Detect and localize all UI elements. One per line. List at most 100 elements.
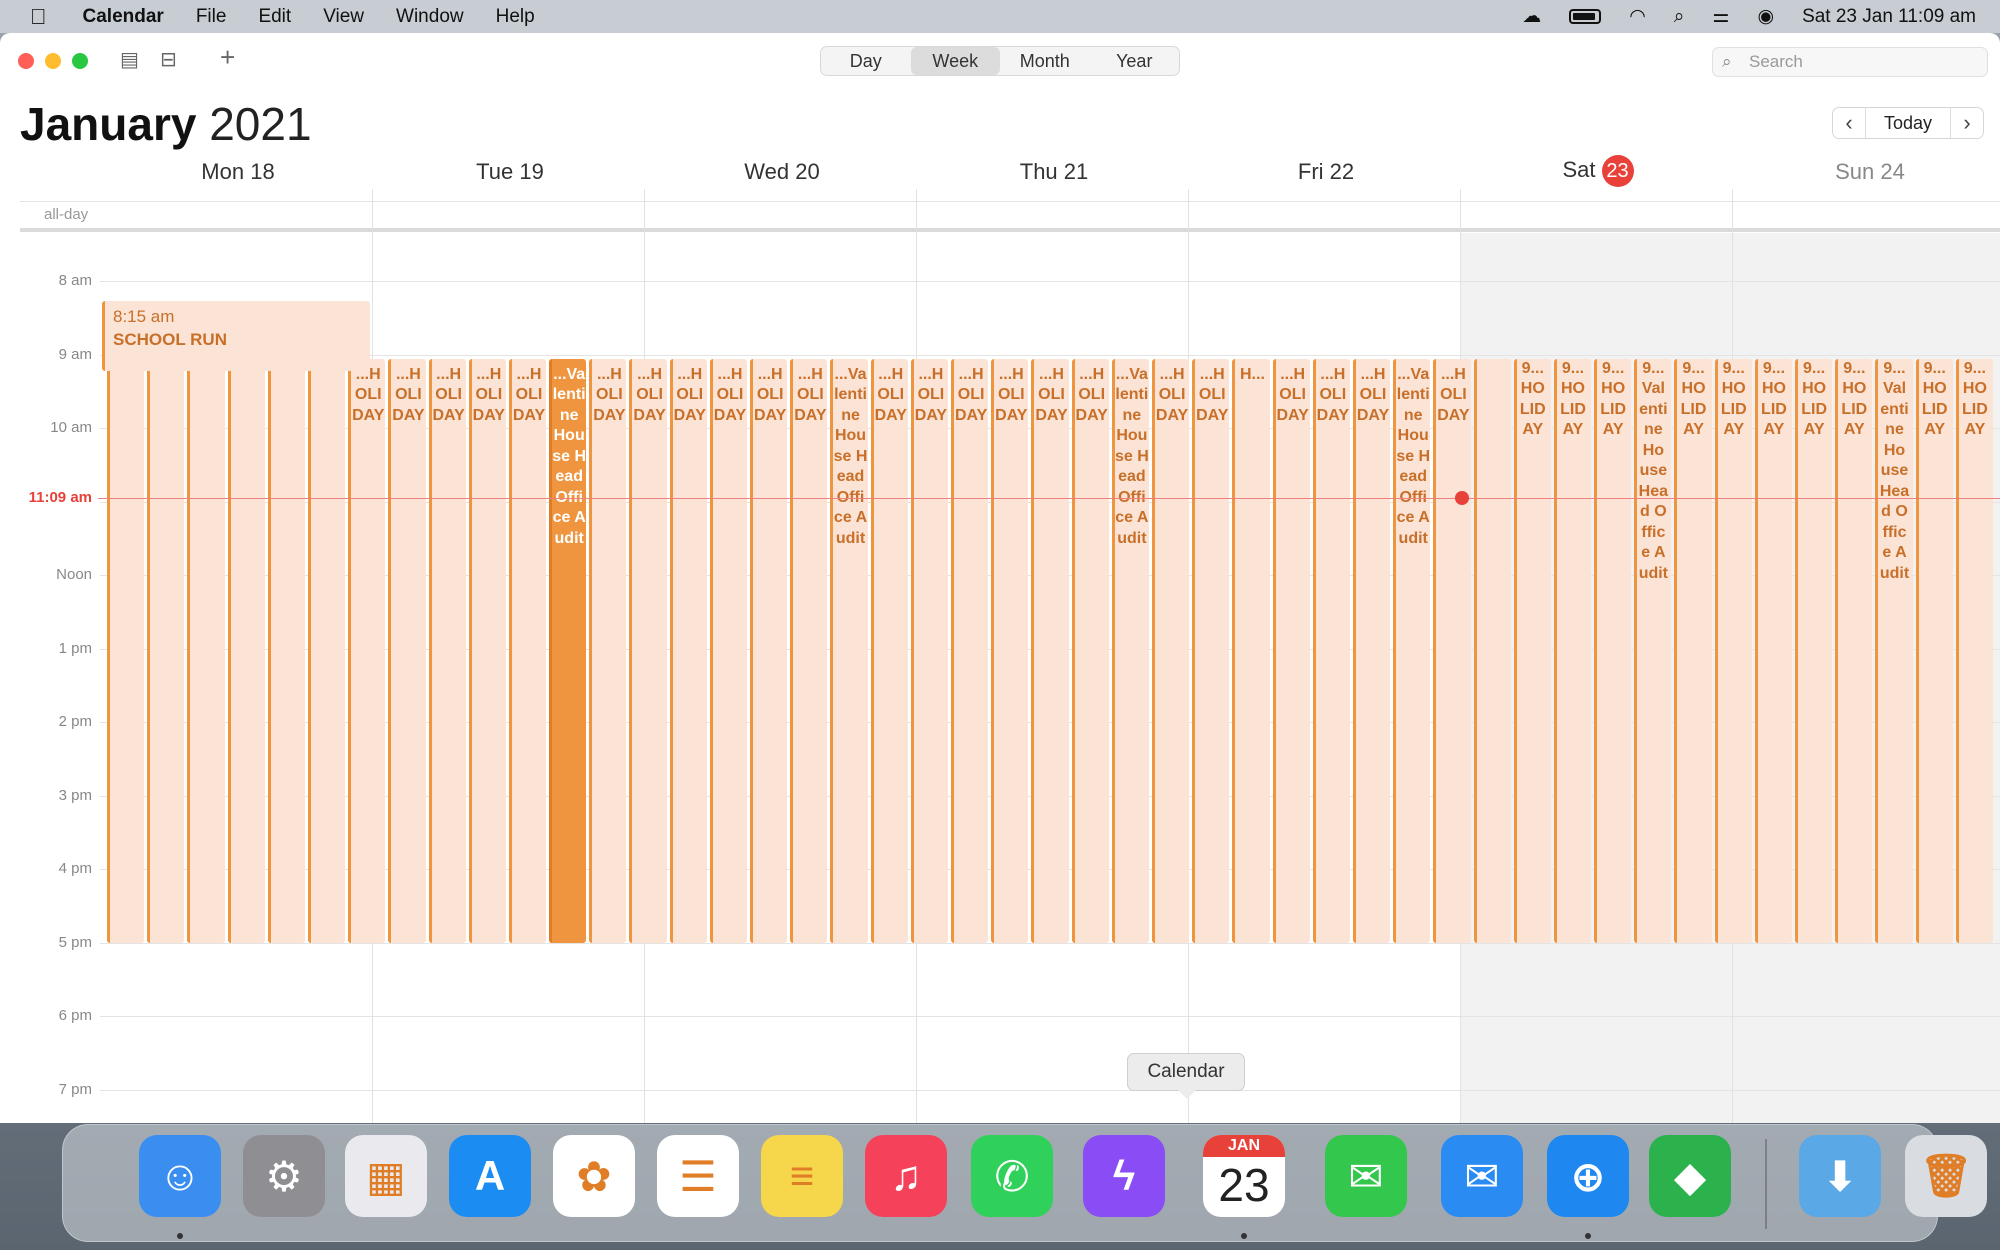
- photos-icon[interactable]: ✿: [553, 1135, 635, 1217]
- event-column[interactable]: ...HOLIDAY: [870, 358, 908, 943]
- add-event-icon[interactable]: +: [220, 42, 235, 73]
- event-column[interactable]: [227, 358, 265, 943]
- menu-clock[interactable]: Sat 23 Jan 11:09 am: [1802, 6, 1976, 28]
- feedly-icon[interactable]: ◆: [1649, 1135, 1731, 1217]
- zoom-button[interactable]: [72, 53, 88, 69]
- view-day-button[interactable]: Day: [821, 47, 911, 75]
- event-column[interactable]: ...HOLIDAY: [388, 358, 426, 943]
- menu-help[interactable]: Help: [496, 6, 535, 28]
- battery-icon[interactable]: [1569, 9, 1602, 24]
- event-column[interactable]: ...HOLIDAY: [629, 358, 667, 943]
- event-column[interactable]: 9...HOLIDAY: [1835, 358, 1873, 943]
- view-month-button[interactable]: Month: [1000, 47, 1090, 75]
- event-column[interactable]: 9...HOLIDAY: [1754, 358, 1793, 943]
- messenger-icon[interactable]: ϟ: [1083, 1135, 1165, 1217]
- creative-cloud-icon[interactable]: ☁: [1522, 5, 1541, 28]
- event-column[interactable]: 9...HOLIDAY: [1594, 358, 1632, 943]
- today-button[interactable]: Today: [1865, 108, 1951, 138]
- event-column[interactable]: [267, 358, 305, 943]
- event-column[interactable]: ...Valentine House Head Office Audit: [830, 358, 868, 943]
- messages-icon[interactable]: ✉: [1325, 1135, 1407, 1217]
- event-column[interactable]: [107, 358, 145, 943]
- downloads-folder-icon[interactable]: ⬇: [1799, 1135, 1881, 1217]
- event-column[interactable]: [187, 358, 225, 943]
- wifi-icon[interactable]: ◠: [1629, 5, 1646, 28]
- event-column[interactable]: [147, 358, 185, 943]
- event-column[interactable]: 9...HOLIDAY: [1955, 358, 1993, 943]
- all-day-row[interactable]: all-day: [20, 201, 2000, 231]
- menu-window[interactable]: Window: [396, 6, 464, 28]
- view-year-button[interactable]: Year: [1090, 47, 1180, 75]
- day-header-thu[interactable]: Thu 21: [918, 159, 1190, 185]
- siri-icon[interactable]: ◉: [1757, 5, 1774, 28]
- gear-icon[interactable]: ⚙: [243, 1135, 325, 1217]
- day-header-wed[interactable]: Wed 20: [646, 159, 918, 185]
- event-column[interactable]: ...HOLIDAY: [428, 358, 466, 943]
- view-week-button[interactable]: Week: [910, 47, 1000, 75]
- music-icon[interactable]: ♫: [865, 1135, 947, 1217]
- event-column[interactable]: [1473, 358, 1511, 943]
- event-column[interactable]: 9...HOLIDAY: [1553, 358, 1592, 943]
- event-column[interactable]: ...HOLIDAY: [348, 358, 386, 943]
- inbox-icon[interactable]: ⊟: [160, 47, 177, 72]
- event-column[interactable]: ...HOLIDAY: [1031, 358, 1069, 943]
- event-column[interactable]: 9...HOLIDAY: [1674, 358, 1712, 943]
- event-column[interactable]: 9...Valentine House Head Office Audit: [1634, 358, 1672, 943]
- event-column[interactable]: ...HOLIDAY: [1433, 358, 1471, 943]
- event-column[interactable]: 9...HOLIDAY: [1795, 358, 1833, 943]
- app-store-icon[interactable]: A: [449, 1135, 531, 1217]
- finder-icon[interactable]: ☺: [139, 1135, 221, 1217]
- close-button[interactable]: [18, 53, 34, 69]
- event-column[interactable]: ...Valentine House Head Office Audit: [549, 358, 587, 943]
- event-column[interactable]: 9...HOLIDAY: [1513, 358, 1551, 943]
- day-header-mon[interactable]: Mon 18: [102, 159, 374, 185]
- event-column[interactable]: ...HOLIDAY: [669, 358, 707, 943]
- search-input[interactable]: ⌕ Search: [1712, 47, 1988, 77]
- event-column[interactable]: ...HOLIDAY: [790, 358, 828, 943]
- event-column[interactable]: 9...Valentine House Head Office Audit: [1875, 358, 1913, 943]
- chevron-right-icon[interactable]: ›: [1951, 108, 1983, 138]
- event-column[interactable]: ...HOLIDAY: [1272, 358, 1310, 943]
- menu-file[interactable]: File: [196, 6, 227, 28]
- event-column[interactable]: ...HOLIDAY: [1151, 358, 1190, 943]
- minimize-button[interactable]: [45, 53, 61, 69]
- event-column[interactable]: ...HOLIDAY: [951, 358, 989, 943]
- mail-icon[interactable]: ✉: [1441, 1135, 1523, 1217]
- control-center-icon[interactable]: ⚌: [1712, 5, 1729, 28]
- spotlight-search-icon[interactable]: ⌕: [1674, 6, 1685, 28]
- safari-icon[interactable]: ⊕: [1547, 1135, 1629, 1217]
- event-column[interactable]: ...HOLIDAY: [910, 358, 949, 943]
- event-column[interactable]: [307, 358, 346, 943]
- notes-icon[interactable]: ≡: [761, 1135, 843, 1217]
- whatsapp-icon[interactable]: ✆: [971, 1135, 1053, 1217]
- reminders-icon[interactable]: ☰: [657, 1135, 739, 1217]
- event-column[interactable]: 9...HOLIDAY: [1915, 358, 1953, 943]
- event-column[interactable]: ...HOLIDAY: [1192, 358, 1230, 943]
- event-column[interactable]: 9...HOLIDAY: [1714, 358, 1752, 943]
- calendars-sidebar-icon[interactable]: ▤: [120, 47, 139, 72]
- launchpad-icon[interactable]: ▦: [345, 1135, 427, 1217]
- app-menu[interactable]: Calendar: [83, 6, 164, 28]
- day-header-sat[interactable]: Sat 23: [1462, 155, 1734, 187]
- event-column[interactable]: ...HOLIDAY: [1312, 358, 1350, 943]
- calendar-icon[interactable]: JAN 23: [1203, 1135, 1285, 1217]
- menu-view[interactable]: View: [323, 6, 364, 28]
- event-column[interactable]: ...HOLIDAY: [468, 358, 506, 943]
- day-header-tue[interactable]: Tue 19: [374, 159, 646, 185]
- menu-edit[interactable]: Edit: [258, 6, 291, 28]
- day-header-sun[interactable]: Sun 24: [1734, 159, 2000, 185]
- event-column[interactable]: ...HOLIDAY: [709, 358, 748, 943]
- event-column[interactable]: ...Valentine House Head Office Audit: [1393, 358, 1431, 943]
- event-column[interactable]: ...HOLIDAY: [750, 358, 788, 943]
- day-header-fri[interactable]: Fri 22: [1190, 159, 1462, 185]
- event-column[interactable]: ...HOLIDAY: [991, 358, 1029, 943]
- chevron-left-icon[interactable]: ‹: [1833, 108, 1865, 138]
- event-column[interactable]: ...HOLIDAY: [1071, 358, 1109, 943]
- trash-icon[interactable]: 🗑: [1905, 1135, 1987, 1217]
- event-column[interactable]: ...Valentine House Head Office Audit: [1111, 358, 1149, 943]
- event-column[interactable]: H...: [1232, 358, 1270, 943]
- event-column[interactable]: ...HOLIDAY: [508, 358, 547, 943]
- event-column[interactable]: ...HOLIDAY: [1352, 358, 1391, 943]
- apple-menu-icon[interactable]: : [30, 4, 47, 30]
- event-column[interactable]: ...HOLIDAY: [589, 358, 627, 943]
